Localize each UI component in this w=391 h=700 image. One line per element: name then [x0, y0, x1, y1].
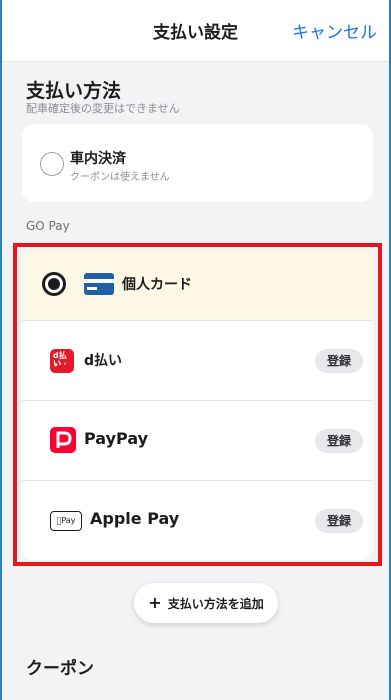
add-payment-method-label: 支払い方法を追加 [167, 596, 264, 611]
in-car-radio[interactable] [40, 152, 64, 176]
gopay-section-label: GO Pay [26, 219, 70, 233]
highlight-box [13, 243, 382, 566]
app-screen: 支払い設定 キャンセル 支払い方法 配車確定後の変更はできません 車内決済 クー… [0, 0, 391, 700]
in-car-sub: クーポンは使えません [70, 172, 170, 183]
nav-header: 支払い設定 キャンセル [2, 0, 389, 62]
coupon-section-title: クーポン [26, 659, 94, 679]
payment-method-title: 支払い方法 [26, 80, 122, 102]
add-payment-method-button[interactable]: + 支払い方法を追加 [134, 583, 278, 623]
in-car-label: 車内決済 [70, 151, 126, 167]
cancel-button[interactable]: キャンセル [292, 18, 377, 43]
in-car-payment-option[interactable]: 車内決済 クーポンは使えません [22, 124, 373, 202]
plus-icon: + [148, 593, 162, 612]
payment-method-note: 配車確定後の変更はできません [26, 102, 180, 115]
